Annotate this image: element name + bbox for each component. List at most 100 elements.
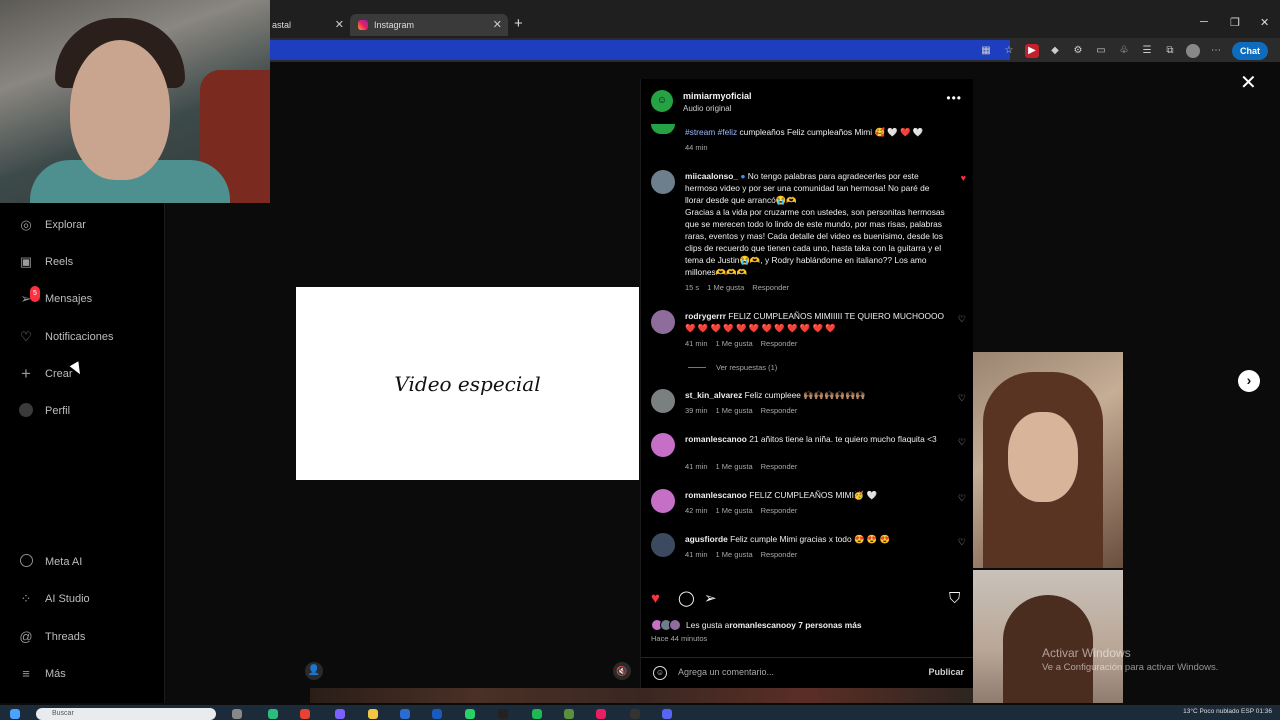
- comment-likes[interactable]: 1 Me gusta: [716, 550, 753, 559]
- window-close-icon[interactable]: ✕: [1260, 16, 1269, 29]
- edge-icon[interactable]: [268, 709, 278, 719]
- app-icon[interactable]: [335, 709, 345, 719]
- address-bar-row: ▦ ☆ ▶ ◆ ⚙ ▭ ♧ ☰ ⧉ ⋯ Chat: [270, 38, 1280, 62]
- comment-likes[interactable]: 1 Me gusta: [716, 339, 753, 348]
- liked-by-suffix[interactable]: y 7 personas más: [791, 620, 861, 630]
- like-heart-icon[interactable]: ♡: [958, 537, 966, 548]
- like-heart-icon[interactable]: ♡: [958, 314, 966, 325]
- spotify-icon[interactable]: [532, 709, 542, 719]
- tagged-user-icon[interactable]: 👤: [305, 662, 323, 680]
- profile-avatar-icon[interactable]: [1186, 44, 1200, 58]
- task-view-icon[interactable]: [232, 709, 242, 719]
- comment-time: 41 min: [685, 550, 708, 559]
- new-tab-button[interactable]: +: [514, 15, 523, 32]
- comment-input[interactable]: Agrega un comentario...: [678, 667, 774, 677]
- view-replies-button[interactable]: Ver respuestas (1): [688, 363, 777, 372]
- post-audio[interactable]: Audio original: [683, 104, 731, 113]
- app-icon[interactable]: [498, 709, 508, 719]
- like-heart-icon[interactable]: ♥: [651, 590, 660, 608]
- comment-username[interactable]: romanlescanoo: [685, 434, 747, 444]
- tab-previous[interactable]: astal ✕: [270, 14, 346, 36]
- comment-username[interactable]: agusfiorde: [685, 534, 728, 544]
- copilot-chat-button[interactable]: Chat: [1232, 42, 1268, 60]
- discord-icon[interactable]: [662, 709, 672, 719]
- comment-username[interactable]: rodrygerrr: [685, 311, 726, 321]
- avatar[interactable]: [651, 533, 675, 557]
- obs-icon[interactable]: [630, 709, 640, 719]
- favorite-star-icon[interactable]: ☆: [1002, 44, 1016, 58]
- word-icon[interactable]: [432, 709, 442, 719]
- tab-instagram[interactable]: Instagram ✕: [350, 14, 508, 36]
- avatar[interactable]: [651, 389, 675, 413]
- sidebar-item-notificaciones[interactable]: ♡ Notificaciones: [18, 329, 113, 345]
- sidebar-item-perfil[interactable]: Perfil: [18, 403, 70, 419]
- extension-diamond-icon[interactable]: ◆: [1048, 44, 1062, 58]
- like-heart-icon[interactable]: ♥: [961, 173, 966, 183]
- avatar[interactable]: ☺: [651, 90, 673, 112]
- post-username[interactable]: mimiarmyoficial: [683, 91, 752, 101]
- comment-text: rodrygerrr FELIZ CUMPLEAÑOS MIMIIIII TE …: [685, 310, 947, 334]
- comment-likes[interactable]: 1 Me gusta: [716, 406, 753, 415]
- split-screen-icon[interactable]: ▭: [1094, 44, 1108, 58]
- more-menu-icon[interactable]: ⋯: [1209, 44, 1223, 58]
- avatar[interactable]: [651, 489, 675, 513]
- folder-icon[interactable]: [368, 709, 378, 719]
- taskbar-search[interactable]: Buscar: [36, 708, 216, 720]
- sidebar-item-reels[interactable]: ▣ Reels: [18, 254, 73, 270]
- reader-mode-icon[interactable]: ▦: [979, 44, 993, 58]
- post-video[interactable]: Video especial: [296, 287, 639, 480]
- avatar[interactable]: [651, 433, 675, 457]
- comment-username[interactable]: romanlescanoo: [685, 490, 747, 500]
- extension-puzzle-icon[interactable]: ⚙: [1071, 44, 1085, 58]
- share-icon[interactable]: ➢: [704, 590, 717, 608]
- reply-button[interactable]: Responder: [761, 339, 798, 348]
- whatsapp-icon[interactable]: [465, 709, 475, 719]
- avatar[interactable]: [651, 310, 675, 334]
- like-heart-icon[interactable]: ♡: [958, 393, 966, 404]
- reply-button[interactable]: Responder: [761, 550, 798, 559]
- close-icon[interactable]: ✕: [493, 18, 502, 31]
- sidebar-item-meta-ai[interactable]: Meta AI: [18, 554, 82, 570]
- sidebar-item-threads[interactable]: @ Threads: [18, 629, 85, 645]
- comment-likes[interactable]: 1 Me gusta: [716, 506, 753, 515]
- sidebar-item-mas[interactable]: ≡ Más: [18, 666, 66, 682]
- comment-username[interactable]: miicaalonso_: [685, 171, 738, 181]
- close-icon[interactable]: ✕: [335, 18, 344, 31]
- favorites-icon[interactable]: ☰: [1140, 44, 1154, 58]
- comment-likes[interactable]: 1 Me gusta: [707, 283, 744, 292]
- comment-bubble-icon[interactable]: ◯: [678, 590, 695, 608]
- like-heart-icon[interactable]: ♡: [958, 437, 966, 448]
- emoji-icon[interactable]: ☺: [653, 666, 667, 680]
- more-options-icon[interactable]: •••: [946, 91, 962, 105]
- extension-youtube-icon[interactable]: ▶: [1025, 44, 1039, 58]
- sidebar-item-crear[interactable]: + Crear: [18, 365, 72, 382]
- comment-username[interactable]: st_kin_alvarez: [685, 390, 742, 400]
- avatar[interactable]: [651, 170, 675, 194]
- performance-icon[interactable]: ♧: [1117, 44, 1131, 58]
- liked-by-user[interactable]: romanlescanoo: [729, 620, 791, 630]
- collections-icon[interactable]: ⧉: [1163, 44, 1177, 58]
- minimize-icon[interactable]: ─: [1200, 16, 1208, 28]
- reply-button[interactable]: Responder: [761, 406, 798, 415]
- minecraft-icon[interactable]: [564, 709, 574, 719]
- publish-button[interactable]: Publicar: [928, 667, 964, 677]
- app-icon[interactable]: [596, 709, 606, 719]
- hashtags-link[interactable]: #stream #feliz: [685, 127, 737, 137]
- comment-likes[interactable]: 1 Me gusta: [716, 462, 753, 471]
- store-icon[interactable]: [400, 709, 410, 719]
- reply-button[interactable]: Responder: [761, 462, 798, 471]
- chevron-right-icon[interactable]: ›: [1238, 370, 1260, 392]
- like-heart-icon[interactable]: ♡: [958, 493, 966, 504]
- close-icon[interactable]: ✕: [1240, 70, 1257, 95]
- reply-button[interactable]: Responder: [752, 283, 789, 292]
- chrome-icon[interactable]: [300, 709, 310, 719]
- address-bar[interactable]: [270, 40, 1010, 60]
- windows-start-icon[interactable]: [10, 709, 20, 719]
- sidebar-item-mensajes[interactable]: ➢ 5 Mensajes: [18, 286, 92, 307]
- mute-icon[interactable]: 🔇: [613, 662, 631, 680]
- bookmark-icon[interactable]: ⛉: [949, 590, 960, 608]
- sidebar-item-ai-studio[interactable]: ⁘ AI Studio: [18, 591, 90, 607]
- reply-button[interactable]: Responder: [761, 506, 798, 515]
- restore-icon[interactable]: ❐: [1230, 16, 1240, 29]
- sidebar-item-explorar[interactable]: ◎ Explorar: [18, 217, 86, 233]
